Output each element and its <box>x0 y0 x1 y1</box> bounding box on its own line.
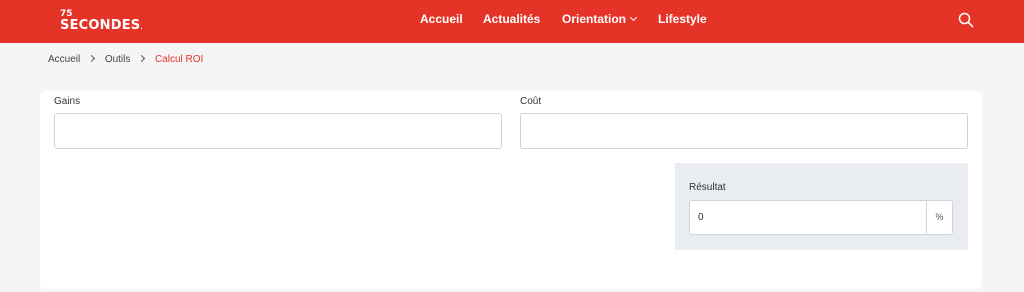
nav-item-actualites[interactable]: Actualités <box>483 12 540 26</box>
logo-word: SECONDES. <box>60 18 143 35</box>
nav-item-accueil[interactable]: Accueil <box>420 12 463 26</box>
gains-input[interactable] <box>54 113 502 149</box>
result-label: Résultat <box>689 182 726 193</box>
result-field[interactable]: 0 % <box>689 200 953 235</box>
site-header: 75 SECONDES. Accueil Actualités Orientat… <box>0 0 1024 43</box>
gains-label: Gains <box>54 96 81 107</box>
result-value: 0 <box>698 212 704 223</box>
logo-word-text: SECONDES <box>60 18 141 33</box>
chevron-down-icon <box>629 13 638 22</box>
cout-label: Coût <box>520 96 542 107</box>
chevron-right-icon <box>87 54 96 63</box>
nav-item-orientation-label: Orientation <box>562 12 627 26</box>
nav-item-lifestyle[interactable]: Lifestyle <box>658 12 707 26</box>
search-icon-graphic <box>958 12 974 28</box>
logo-dot: . <box>140 24 143 31</box>
chevron-right-icon <box>138 54 146 63</box>
percent-addon: % <box>926 201 952 234</box>
breadcrumb-item-current: Calcul ROI <box>154 54 204 65</box>
breadcrumb-item-accueil[interactable]: Accueil <box>48 54 80 65</box>
breadcrumb-item-outils[interactable]: Outils <box>105 54 131 65</box>
breadcrumb: Accueil Outils Calcul ROI <box>48 54 203 66</box>
cout-input[interactable] <box>520 113 968 149</box>
nav-item-orientation[interactable]: Orientation <box>562 12 638 26</box>
search-icon[interactable] <box>958 12 974 28</box>
